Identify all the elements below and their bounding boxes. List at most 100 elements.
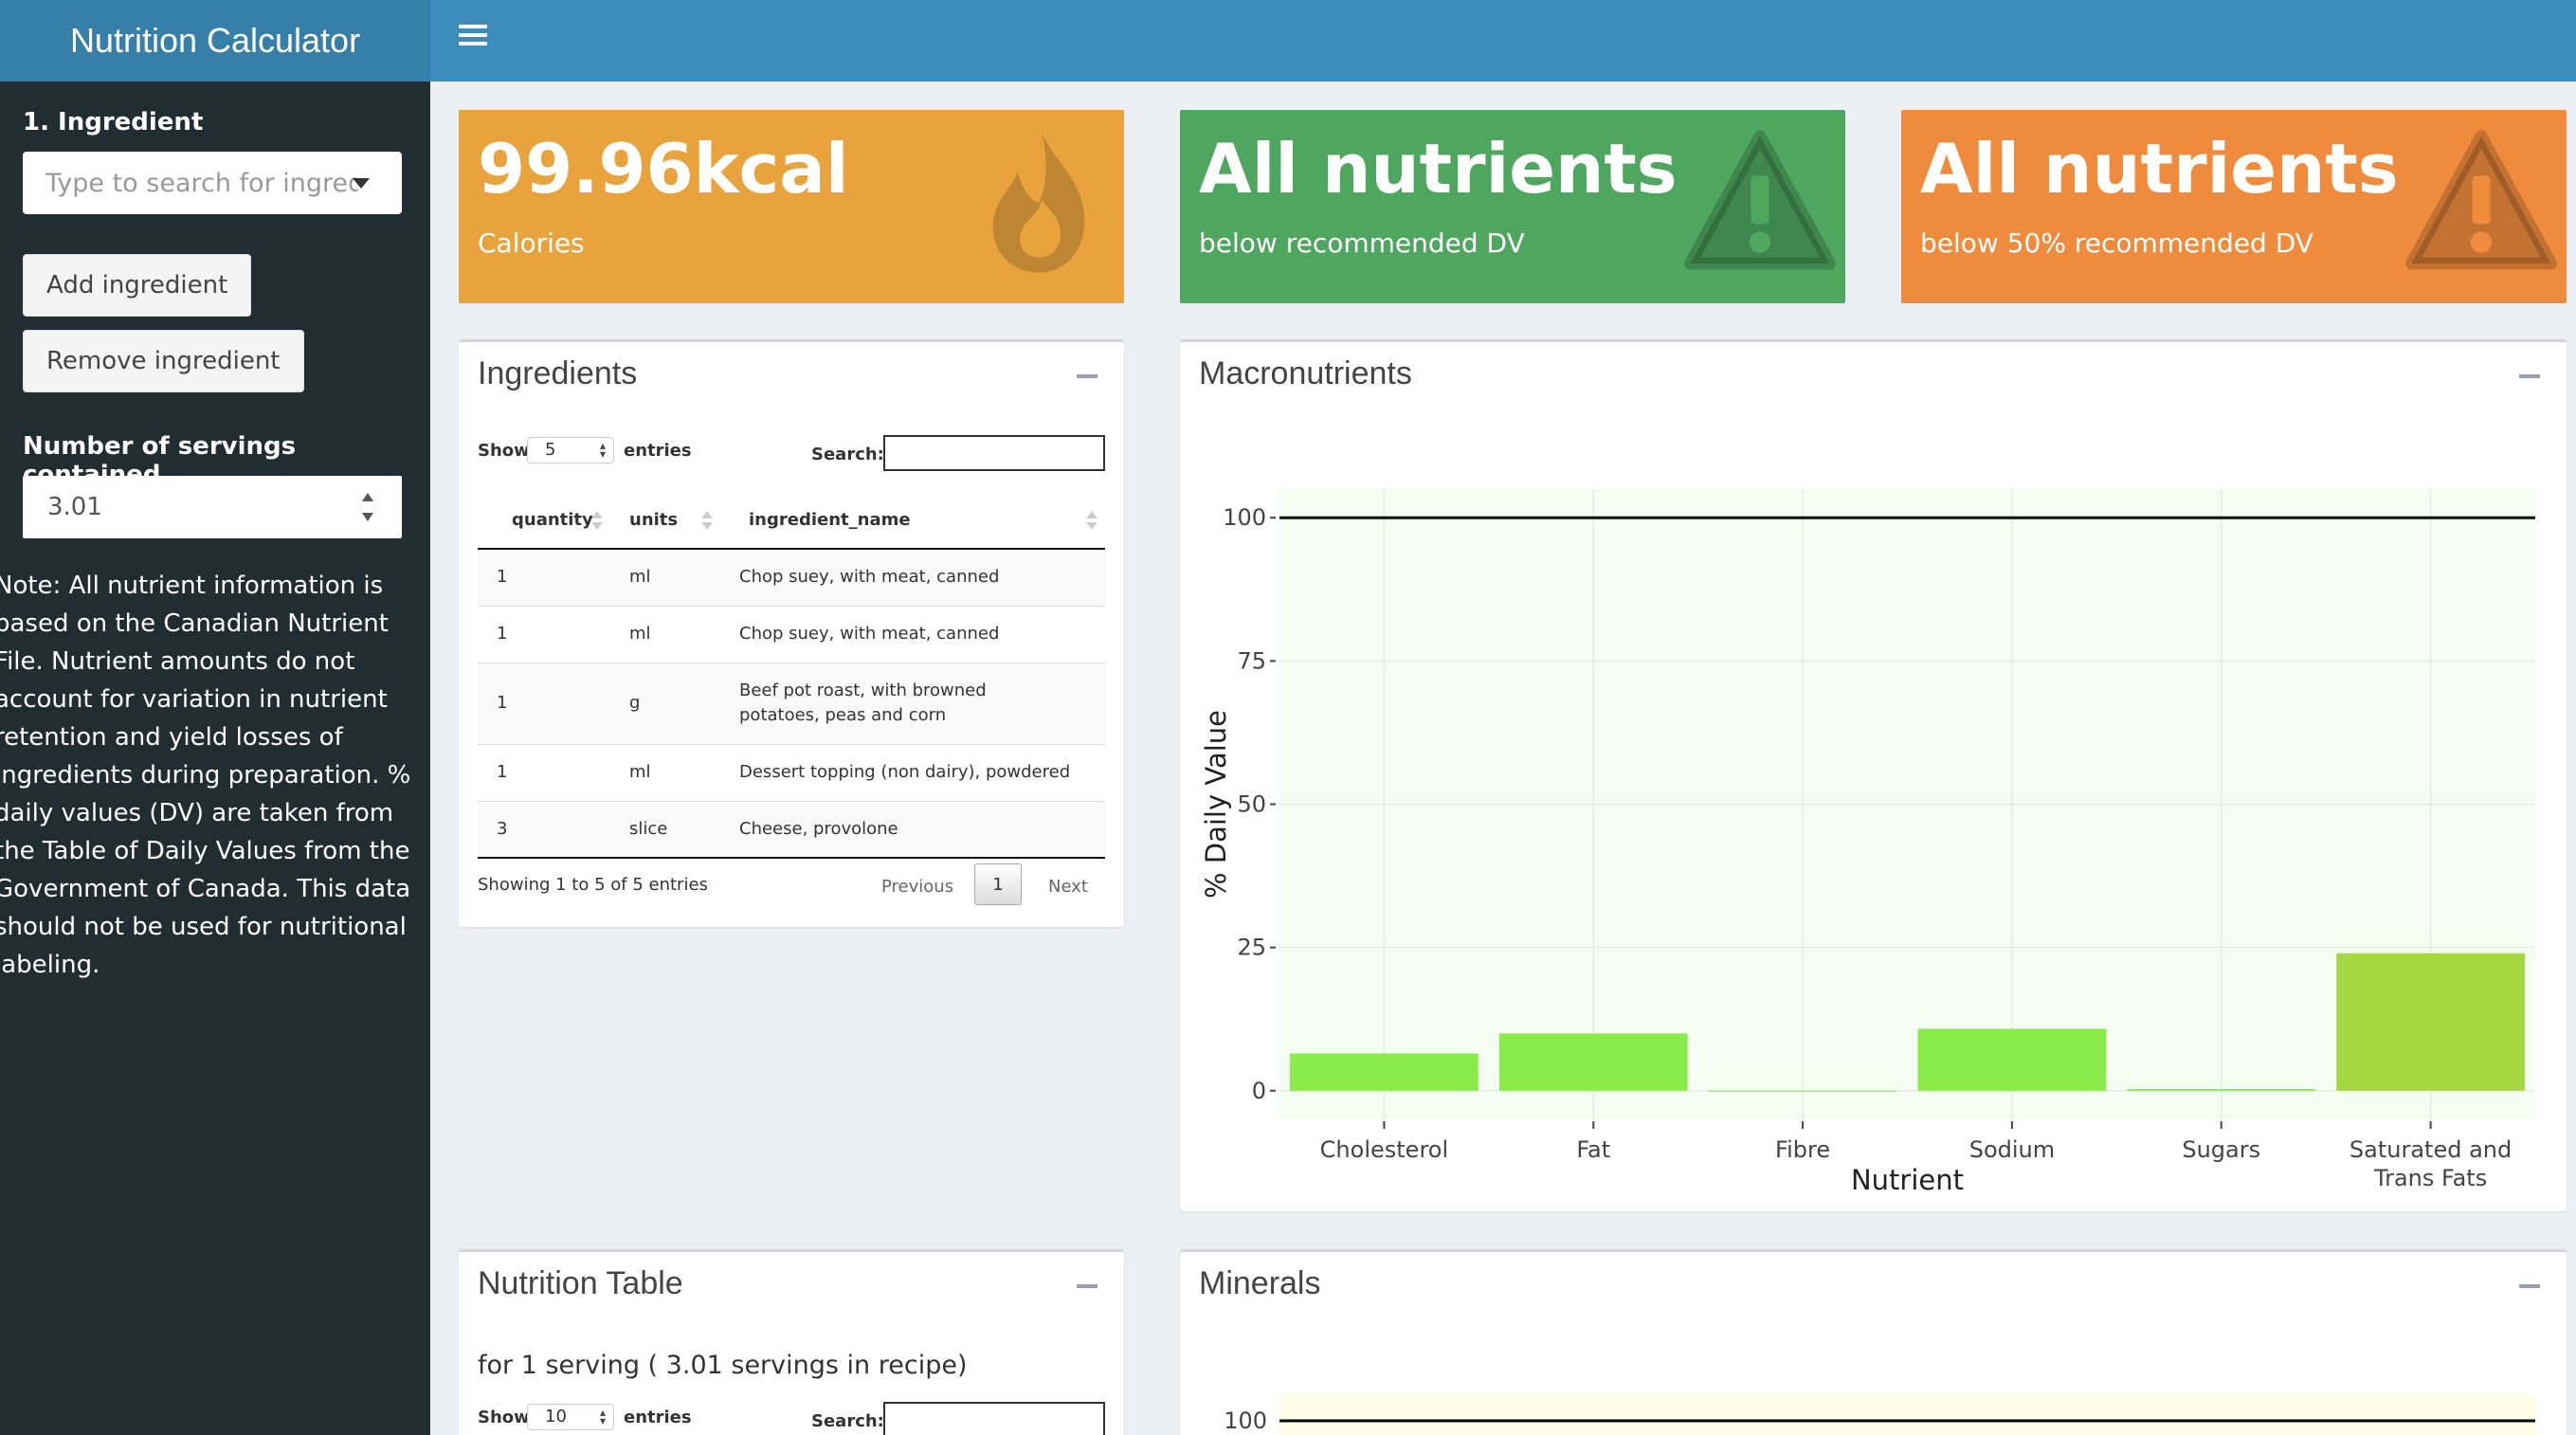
ingredients-search-input[interactable] [883, 435, 1105, 471]
y-axis-title: % Daily Value [1200, 710, 1232, 899]
calories-value: 99.96kcal [478, 129, 849, 209]
chevron-down-icon [353, 178, 370, 189]
servings-input[interactable]: 3.01 [23, 476, 402, 538]
cell-ingredient-name: Dessert topping (non dairy), powdered [720, 743, 1105, 801]
ingredient-label: 1. Ingredient [23, 108, 204, 136]
search-label: Search: [811, 445, 884, 464]
sidebar: 1. Ingredient Type to search for ingredi… [0, 82, 430, 1435]
y-tick-label: 0 [1252, 1078, 1266, 1104]
x-axis-title: Nutrient [1851, 1164, 1964, 1196]
x-tick-label: Sodium [1969, 1136, 2055, 1163]
x-tick-label: Sugars [2182, 1136, 2260, 1163]
nutrients-dv-label: below recommended DV [1199, 227, 1525, 259]
ingredient-search-select[interactable]: Type to search for ingredient [23, 152, 402, 214]
entries-length-value: 5 [545, 440, 556, 460]
bar-sodium [1917, 1028, 2107, 1091]
nutrition-table-box: Nutrition Table for 1 serving ( 3.01 ser… [459, 1249, 1124, 1435]
macronutrients-box: Macronutrients 0 25 50 75 100 Cholesterol Fat F… [1180, 339, 2567, 1211]
servings-value: 3.01 [47, 493, 102, 521]
collapse-icon[interactable] [1077, 374, 1098, 378]
column-header-units[interactable]: units [610, 492, 720, 550]
y-tick-label: 50 [1237, 791, 1266, 818]
add-ingredient-button[interactable]: Add ingredient [23, 254, 252, 317]
y-tick-label: 75 [1237, 647, 1266, 674]
bar-fibre [1708, 1090, 1897, 1092]
previous-page-button[interactable]: Previous [881, 877, 953, 897]
next-page-button[interactable]: Next [1048, 877, 1088, 897]
sort-icon [591, 511, 603, 532]
cell-units: ml [610, 605, 720, 663]
ingredients-box-title: Ingredients [478, 355, 638, 391]
page-1-button[interactable]: 1 [974, 863, 1022, 905]
show-label: Show [478, 441, 530, 461]
search-label: Search: [811, 1411, 884, 1431]
entries-length-value: 10 [545, 1407, 567, 1426]
show-label: Show [478, 1408, 530, 1427]
select-arrows-icon: ▴ ▾ [599, 1406, 606, 1427]
table-info: Showing 1 to 5 of 5 entries [478, 875, 708, 895]
nutrition-search-input[interactable] [883, 1402, 1105, 1435]
cell-ingredient-name: Beef pot roast, with browned potatoes, p… [720, 662, 1105, 744]
table-row[interactable]: 1 ml Chop suey, with meat, canned [478, 605, 1105, 663]
bar-sugars [2127, 1088, 2316, 1091]
x-tick-label: Trans Fats [2373, 1165, 2487, 1191]
x-tick-label: Fat [1576, 1136, 1610, 1163]
cell-units: g [610, 662, 720, 744]
column-header-quantity[interactable]: quantity [478, 492, 610, 550]
remove-ingredient-button[interactable]: Remove ingredient [23, 330, 304, 392]
bar-cholesterol [1290, 1053, 1478, 1091]
cell-quantity: 1 [478, 605, 610, 663]
cell-ingredient-name: Cheese, provolone [720, 800, 1105, 859]
bar-saturated-and-trans-fats [2336, 953, 2525, 1091]
minerals-box: Minerals 100 [1180, 1249, 2567, 1435]
cell-quantity: 3 [478, 800, 610, 859]
x-tick-label: Fibre [1775, 1136, 1830, 1163]
stepper-icon[interactable] [360, 493, 375, 521]
entries-length-select[interactable]: 5 ▴ ▾ [527, 437, 614, 463]
nutrients-50dv-value-box: All nutrients below 50% recommended DV [1901, 110, 2567, 303]
sort-icon [701, 511, 713, 532]
ingredients-box: Ingredients Show 5 ▴ ▾ entries Search: qu… [459, 339, 1124, 927]
cell-units: slice [610, 800, 720, 859]
sort-icon [1086, 511, 1098, 532]
y-tick-label: 100 [1223, 504, 1266, 531]
serving-caption: for 1 serving ( 3.01 servings in recipe) [478, 1351, 968, 1380]
calories-value-box: 99.96kcal Calories [459, 110, 1124, 303]
x-tick-label: Cholesterol [1320, 1136, 1448, 1163]
data-source-note: Note: All nutrient information is based … [0, 572, 411, 979]
table-row[interactable]: 1 ml Chop suey, with meat, canned [478, 548, 1105, 606]
cell-quantity: 1 [478, 548, 610, 606]
cell-ingredient-name: Chop suey, with meat, canned [720, 605, 1105, 663]
macronutrients-chart[interactable]: 0 25 50 75 100 Cholesterol Fat Fibre Sodium Sugar… [1180, 342, 2567, 1211]
ingredient-search-placeholder: Type to search for ingredient [45, 168, 358, 198]
y-tick-label: 100 [1224, 1408, 1267, 1434]
ingredients-table: quantity units ingredient_name 1 ml Chop… [478, 492, 1105, 859]
nutrients-dv-value-box: All nutrients below recommended DV [1180, 110, 1845, 303]
nutrients-dv-value: All nutrients [1199, 129, 1678, 209]
top-navbar [430, 0, 2576, 82]
table-row[interactable]: 1 ml Dessert topping (non dairy), powder… [478, 743, 1105, 801]
warning-icon [1684, 130, 1836, 270]
column-header-ingredient-name[interactable]: ingredient_name [720, 492, 1105, 550]
nutrients-50dv-value: All nutrients [1920, 129, 2399, 209]
calories-label: Calories [478, 227, 585, 259]
cell-units: ml [610, 548, 720, 606]
y-tick-label: 25 [1237, 935, 1266, 961]
x-tick-label: Saturated and [2349, 1136, 2512, 1163]
entries-length-select[interactable]: 10 ▴ ▾ [527, 1404, 614, 1430]
bar-fat [1498, 1033, 1688, 1091]
table-row[interactable]: 1 g Beef pot roast, with browned potatoe… [478, 662, 1105, 744]
entries-label: entries [624, 1408, 692, 1427]
table-row[interactable]: 3 slice Cheese, provolone [478, 800, 1105, 859]
entries-label: entries [624, 441, 692, 461]
cell-ingredient-name: Chop suey, with meat, canned [720, 548, 1105, 606]
menu-toggle-icon[interactable] [457, 21, 489, 49]
cell-quantity: 1 [478, 662, 610, 744]
minerals-chart[interactable]: 100 [1180, 1252, 2567, 1435]
collapse-icon[interactable] [1077, 1284, 1098, 1288]
fire-icon [992, 133, 1085, 273]
cell-units: ml [610, 743, 720, 801]
cell-quantity: 1 [478, 743, 610, 801]
nutrients-50dv-label: below 50% recommended DV [1920, 227, 2313, 259]
select-arrows-icon: ▴ ▾ [599, 439, 606, 461]
